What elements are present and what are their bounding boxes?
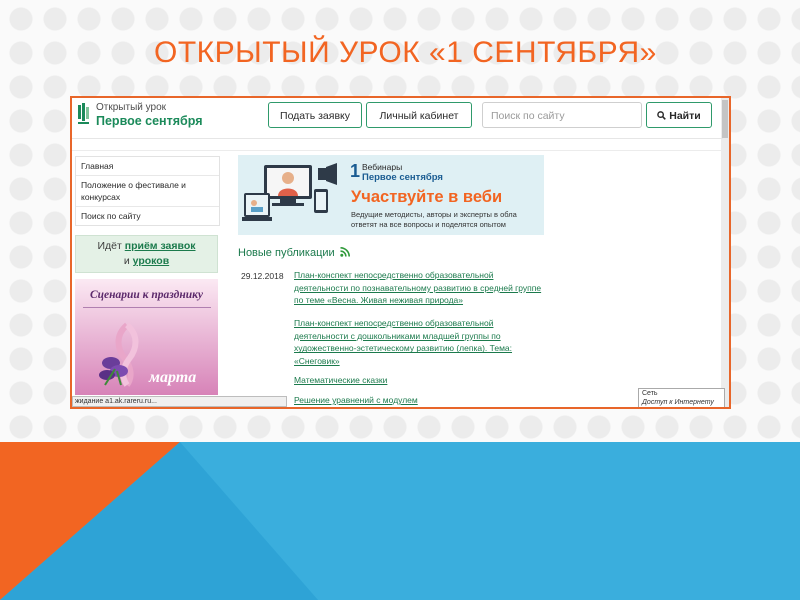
new-publications-heading: Новые публикации — [238, 247, 350, 259]
publication-link-4[interactable]: Решение уравнений с модулем — [294, 394, 544, 407]
webinar-logo-sub: Первое сентября — [362, 172, 443, 183]
nav-item-home[interactable]: Главная — [76, 157, 219, 176]
publication-link-3[interactable]: Математические сказки — [294, 374, 544, 387]
flower-illustration — [99, 322, 139, 387]
network-title: Сеть — [642, 390, 658, 397]
website-screenshot: Открытый урок Первое сентября Подать зая… — [70, 96, 731, 409]
applications-banner: Идёт приём заявок и уроков — [75, 235, 218, 273]
publication-date: 29.12.2018 — [241, 271, 284, 281]
logo-small-text: Открытый урок — [96, 102, 166, 113]
publication-link-1[interactable]: План-конспект непосредственно образовате… — [294, 269, 544, 307]
webinar-banner[interactable]: 1 Вебинары Первое сентября Участвуйте в … — [238, 155, 544, 235]
banner-lessons-link[interactable]: уроков — [133, 255, 170, 267]
left-nav-menu: Главная Положение о фестивале и конкурса… — [75, 156, 220, 226]
find-button-label: Найти — [669, 110, 701, 122]
submit-application-button[interactable]: Подать заявку — [268, 102, 362, 128]
slide-bottom-decoration — [0, 442, 800, 600]
webinar-illustration — [242, 163, 337, 221]
banner-and: и — [123, 255, 130, 267]
nav-item-regulations[interactable]: Положение о фестивале и конкурсах — [76, 176, 219, 207]
find-button[interactable]: Найти — [646, 102, 712, 128]
webinar-logo-small: Вебинары — [362, 162, 403, 172]
logo-big-text: Первое сентября — [96, 114, 203, 128]
webinar-description-line2: ответят на все вопросы и поделятся опыто… — [351, 220, 506, 229]
vertical-scrollbar[interactable] — [721, 98, 729, 407]
header-divider — [72, 150, 723, 151]
personal-account-button[interactable]: Личный кабинет — [366, 102, 472, 128]
search-input[interactable]: Поиск по сайту — [482, 102, 642, 128]
publication-link-2[interactable]: План-конспект непосредственно образовате… — [294, 317, 544, 368]
network-subtitle: Доступ к Интернету — [642, 399, 714, 406]
banner-applications-link[interactable]: приём заявок — [125, 240, 196, 252]
browser-status-bar: жидание a1.ak.rareru.ru... — [72, 396, 287, 407]
network-tooltip: Сеть Доступ к Интернету — [638, 388, 725, 407]
slide-title: ОТКРЫТЫЙ УРОК «1 СЕНТЯБРЯ» — [154, 36, 657, 69]
holiday-scenarios-banner[interactable]: Сценарии к празднику марта — [75, 279, 218, 395]
rss-icon[interactable] — [340, 247, 350, 257]
webinar-logo-digit: 1 — [350, 161, 361, 181]
banner-prefix: Идёт — [97, 240, 122, 252]
nav-item-site-search[interactable]: Поиск по сайту — [76, 207, 219, 225]
promo-title: Сценарии к празднику — [89, 289, 204, 301]
new-publications-title: Новые публикации — [238, 247, 335, 259]
site-header: Открытый урок Первое сентября Подать зая… — [72, 98, 723, 139]
promo-divider — [83, 307, 211, 308]
webinar-headline: Участвуйте в веби — [351, 188, 503, 206]
promo-caption: марта — [149, 369, 197, 386]
search-icon — [657, 111, 667, 120]
logo-icon — [78, 103, 89, 124]
webinar-description-line1: Ведущие методисты, авторы и эксперты в о… — [351, 210, 517, 219]
